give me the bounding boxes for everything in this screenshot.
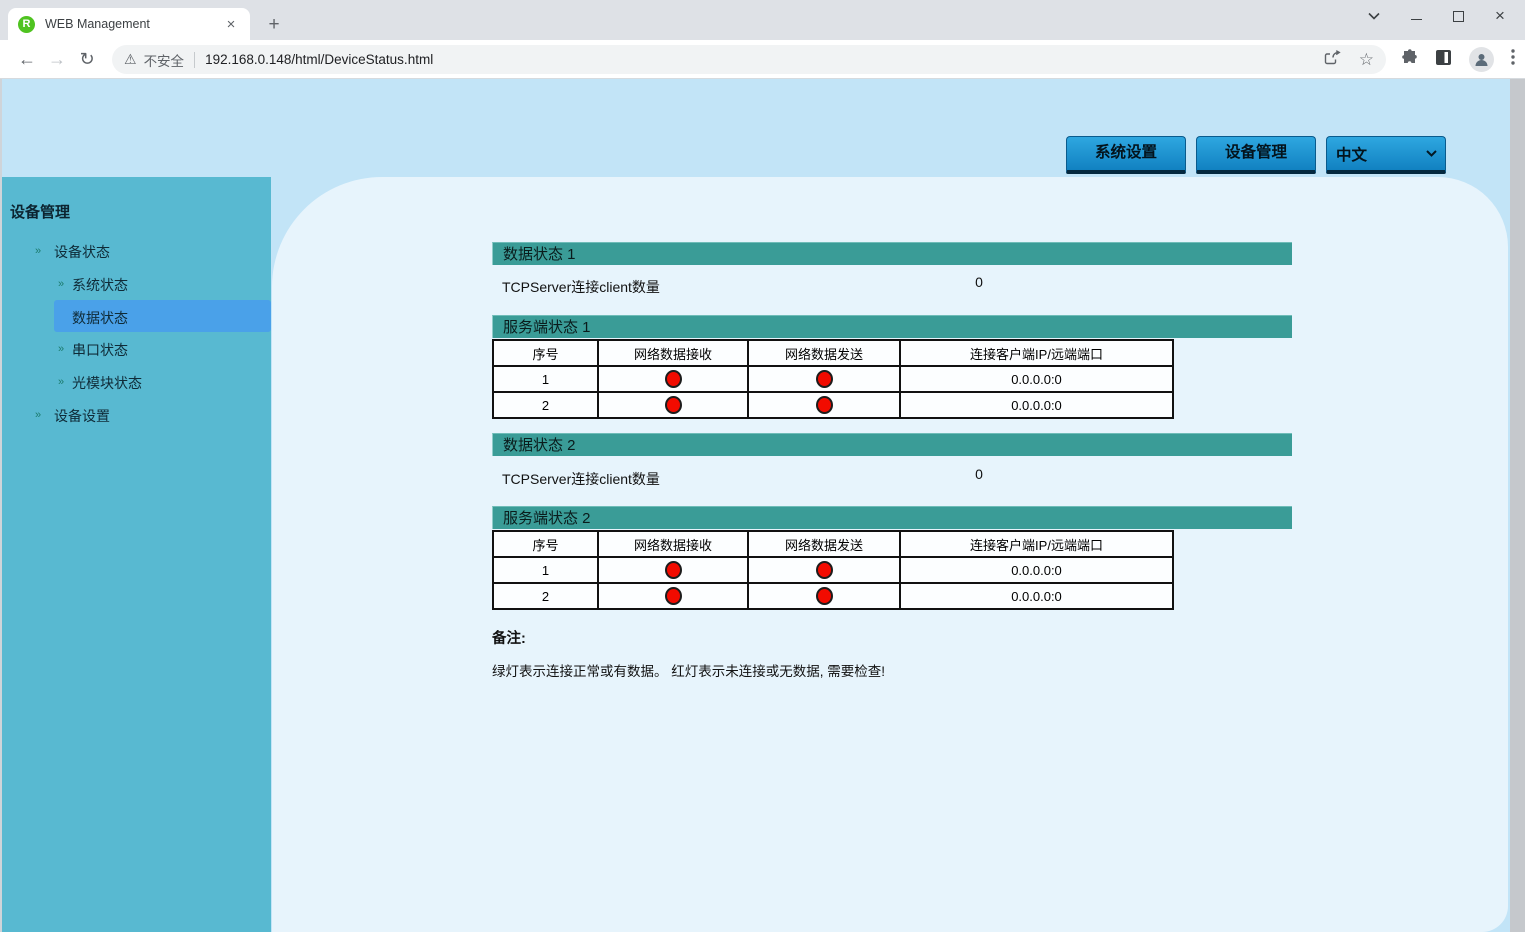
table-row: 1 0.0.0.0:0 [493,366,1173,392]
tcp-client-count-value-2: 0 [965,466,993,482]
menu-arrow-icon: » [35,409,41,421]
client-ip: 0.0.0.0:0 [900,583,1173,609]
window-controls: × [1367,0,1517,32]
sidebar-item-data-status[interactable]: 数据状态 [54,300,271,332]
col-header-net-rx: 网络数据接收 [598,340,748,366]
side-panel-icon[interactable] [1435,49,1452,71]
page-scrollbar[interactable] [1510,79,1525,932]
menu-arrow-icon: » [58,376,64,388]
table-row: 2 0.0.0.0:0 [493,392,1173,418]
tab-search-chevron-icon[interactable] [1367,9,1381,23]
data-status-2-bar: 数据状态 2 [492,433,1292,456]
tx-status-led-red [816,370,833,388]
sidebar-item-optical-module-status[interactable]: 光模块状态 [72,373,142,393]
data-status-1-bar: 数据状态 1 [492,242,1292,265]
page-background: 系统设置 设备管理 中文 设备管理 » 设备状态 » 系统状态 数据状态 » 串… [0,79,1525,932]
profile-avatar[interactable] [1469,47,1494,72]
not-secure-warning-icon: ⚠ [124,51,137,68]
tx-status-led-red [816,587,833,605]
client-ip: 0.0.0.0:0 [900,557,1173,583]
tcp-client-count-label-1: TCPServer连接client数量 [502,277,660,297]
col-header-index: 序号 [493,531,598,557]
sidebar-item-data-status-label: 数据状态 [72,308,128,328]
forward-button[interactable]: → [42,49,72,70]
window-maximize-button[interactable] [1451,9,1465,23]
device-management-button[interactable]: 设备管理 [1196,136,1316,174]
url-text[interactable]: 192.168.0.148/html/DeviceStatus.html [205,52,433,67]
note-text: 绿灯表示连接正常或有数据。 红灯表示未连接或无数据, 需要检查! [492,660,885,680]
row-index: 2 [493,392,598,418]
row-index: 1 [493,557,598,583]
browser-toolbar: ← → ↻ ⚠ 不安全 192.168.0.148/html/DeviceSta… [0,40,1525,79]
server-status-table-2: 序号 网络数据接收 网络数据发送 连接客户端IP/远端端口 1 0.0.0.0:… [492,530,1174,610]
extensions-puzzle-icon[interactable] [1401,49,1418,71]
row-index: 2 [493,583,598,609]
sidebar-item-serial-status[interactable]: 串口状态 [72,340,128,360]
sidebar-item-system-status[interactable]: 系统状态 [72,275,128,295]
tab-title: WEB Management [45,17,222,31]
site-favicon-icon: R [18,16,35,33]
tab-close-icon[interactable]: × [222,16,240,33]
browser-titlebar: R WEB Management × + × [0,0,1525,40]
col-header-net-tx: 网络数据发送 [748,531,900,557]
menu-arrow-icon: » [58,343,64,355]
table-row: 1 0.0.0.0:0 [493,557,1173,583]
server-status-2-bar: 服务端状态 2 [492,506,1292,529]
window-close-button[interactable]: × [1493,9,1507,23]
tx-status-led-red [816,561,833,579]
table-row: 2 0.0.0.0:0 [493,583,1173,609]
server-status-table-1: 序号 网络数据接收 网络数据发送 连接客户端IP/远端端口 1 0.0.0.0:… [492,339,1174,419]
address-divider [194,52,195,68]
rx-status-led-red [665,561,682,579]
note-title: 备注: [492,627,526,648]
col-header-client-ip: 连接客户端IP/远端端口 [900,531,1173,557]
rx-status-led-red [665,587,682,605]
row-index: 1 [493,366,598,392]
browser-menu-icon[interactable] [1511,49,1515,70]
new-tab-button[interactable]: + [262,14,286,38]
rx-status-led-red [665,396,682,414]
browser-tab[interactable]: R WEB Management × [8,8,250,40]
language-select[interactable]: 中文 [1326,136,1446,174]
col-header-index: 序号 [493,340,598,366]
tcp-client-count-value-1: 0 [965,274,993,290]
server-status-1-bar: 服务端状态 1 [492,315,1292,338]
sidebar-item-device-settings[interactable]: 设备设置 [54,406,110,426]
col-header-net-rx: 网络数据接收 [598,531,748,557]
sidebar: 设备管理 » 设备状态 » 系统状态 数据状态 » 串口状态 » 光模块状态 »… [2,177,271,932]
col-header-net-tx: 网络数据发送 [748,340,900,366]
tx-status-led-red [816,396,833,414]
bookmark-star-icon[interactable]: ☆ [1359,50,1374,70]
back-button[interactable]: ← [12,49,42,70]
menu-arrow-icon: » [58,278,64,290]
sidebar-title: 设备管理 [10,201,70,222]
chevron-down-icon [1426,150,1437,157]
sidebar-item-device-status[interactable]: 设备状态 [54,242,110,262]
tcp-client-count-label-2: TCPServer连接client数量 [502,469,660,489]
window-minimize-button[interactable] [1409,9,1423,23]
security-label[interactable]: 不安全 [144,50,185,70]
language-select-value: 中文 [1336,143,1367,165]
address-bar[interactable]: ⚠ 不安全 192.168.0.148/html/DeviceStatus.ht… [112,45,1386,74]
reload-button[interactable]: ↻ [72,49,102,70]
share-icon[interactable] [1324,50,1341,70]
client-ip: 0.0.0.0:0 [900,392,1173,418]
system-settings-button[interactable]: 系统设置 [1066,136,1186,174]
client-ip: 0.0.0.0:0 [900,366,1173,392]
rx-status-led-red [665,370,682,388]
menu-arrow-icon: » [35,245,41,257]
col-header-client-ip: 连接客户端IP/远端端口 [900,340,1173,366]
